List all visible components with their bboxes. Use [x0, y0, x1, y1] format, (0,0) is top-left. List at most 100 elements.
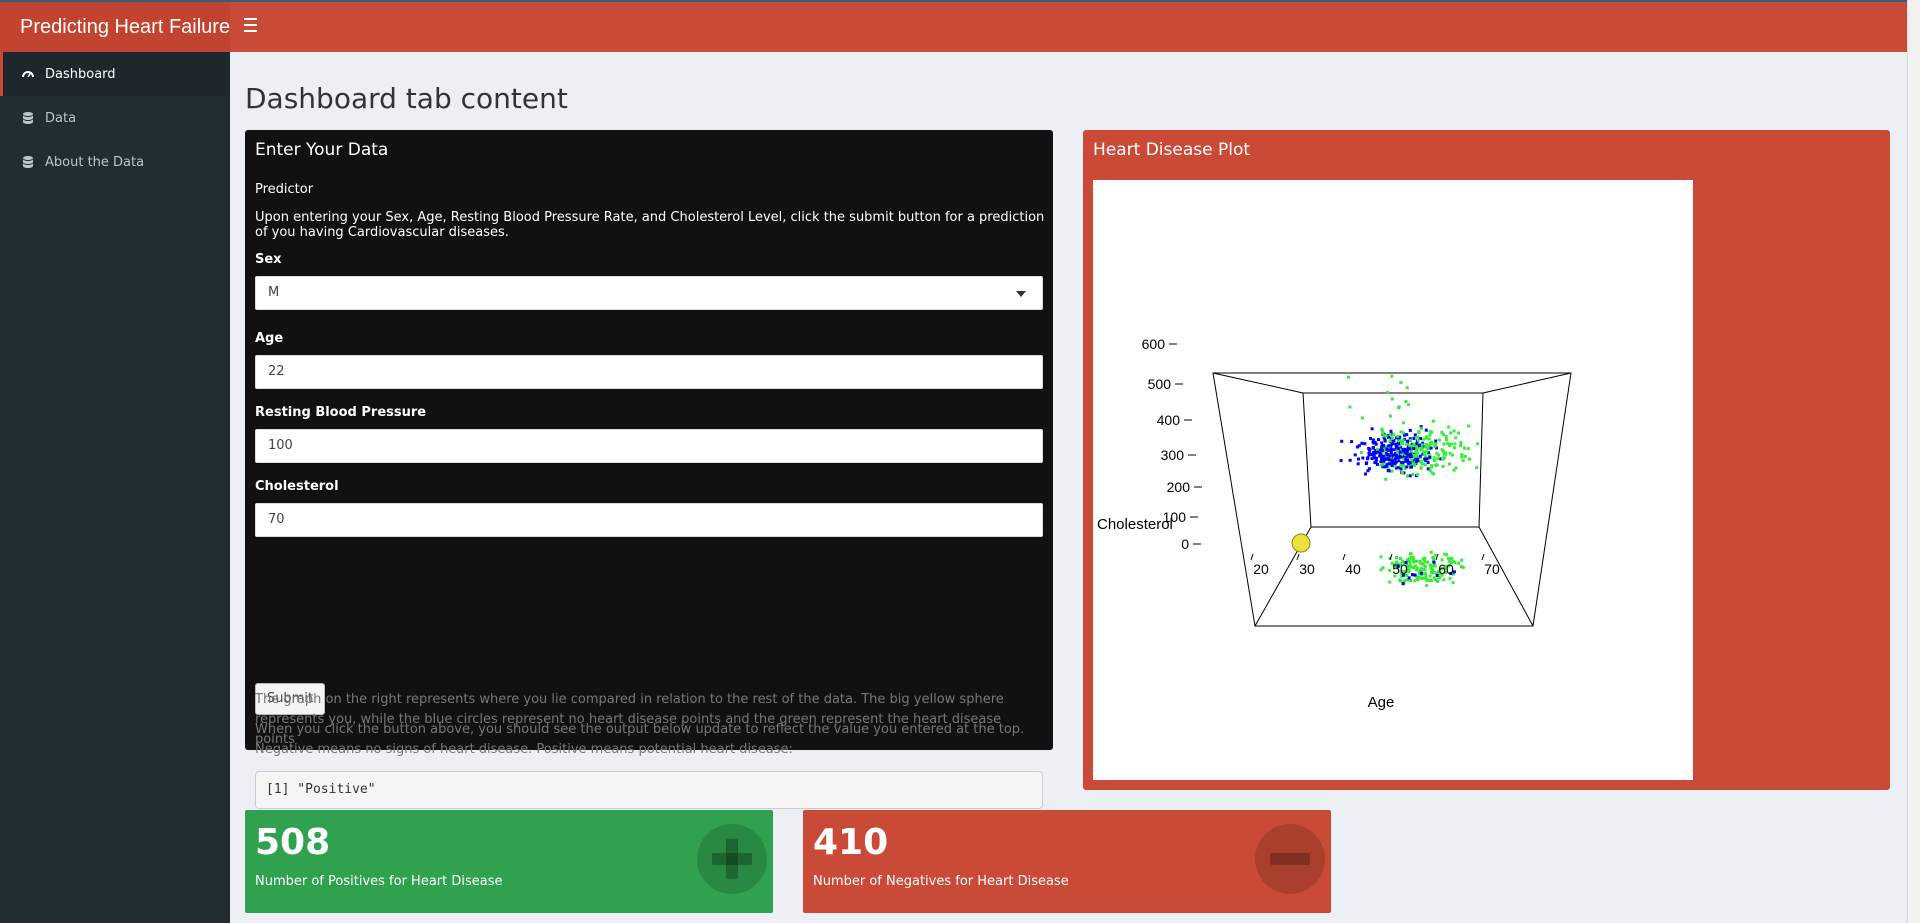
page-title: Dashboard tab content — [245, 82, 568, 115]
scatter-point — [1452, 429, 1456, 433]
x-tick-label: 30 — [1299, 561, 1315, 577]
negatives-label: Number of Negatives for Heart Disease — [813, 874, 1069, 889]
z-tick-label: 600 — [1142, 336, 1166, 352]
negatives-count: 410 — [813, 822, 889, 863]
sidebar-item-about[interactable]: About the Data — [0, 140, 230, 184]
scatter-point — [1411, 472, 1415, 476]
age-input-value: 22 — [268, 364, 285, 379]
scatter-point — [1350, 440, 1354, 444]
scatter-point — [1381, 462, 1385, 466]
scatter-point — [1438, 438, 1441, 442]
page-scrollbar[interactable] — [1907, 0, 1920, 923]
scatter-point — [1444, 434, 1448, 438]
sidebar-toggle-icon[interactable] — [240, 14, 262, 40]
z-tick-label: 400 — [1157, 412, 1181, 428]
scatter-point — [1399, 430, 1403, 434]
age-input[interactable]: 22 — [255, 355, 1043, 389]
scatter-point — [1436, 457, 1440, 461]
x-tick-mark — [1296, 553, 1300, 561]
scatter-point — [1370, 427, 1374, 431]
scatter-point — [1420, 577, 1424, 580]
scatter-point — [1409, 452, 1413, 456]
dashboard-icon — [21, 67, 35, 81]
scatter-point — [1388, 439, 1392, 443]
scatter-point — [1388, 433, 1392, 436]
scatter-point — [1372, 446, 1375, 450]
scatter-point — [1397, 442, 1401, 446]
bp-input[interactable]: 100 — [255, 429, 1043, 463]
scatter-point — [1431, 568, 1435, 572]
scatter-point — [1380, 441, 1384, 445]
scatter-point — [1405, 442, 1409, 446]
scatter-point — [1380, 444, 1384, 448]
scatter-point — [1397, 447, 1400, 451]
scatter-point — [1415, 451, 1419, 455]
scatter-point — [1390, 436, 1394, 440]
scatter-point — [1445, 553, 1449, 557]
positives-count: 508 — [255, 822, 331, 863]
scatter-point — [1408, 461, 1412, 465]
scatter-point — [1421, 567, 1425, 571]
sidebar-item-dashboard[interactable]: Dashboard — [0, 52, 230, 96]
scatter-point — [1430, 570, 1433, 574]
scatter-point — [1429, 442, 1433, 446]
scatter-point — [1425, 583, 1429, 587]
scatter-point — [1395, 456, 1399, 460]
x-tick-label: 60 — [1438, 561, 1454, 577]
scatter-point — [1356, 462, 1360, 466]
scatter-point — [1424, 572, 1427, 576]
scatter-point — [1418, 560, 1422, 564]
scatter-point — [1399, 579, 1403, 583]
sex-select[interactable]: M — [255, 276, 1043, 310]
scatter-point — [1386, 391, 1390, 394]
scatter-point — [1416, 435, 1420, 439]
scatter-point — [1369, 436, 1372, 440]
scatter-point — [1413, 573, 1417, 577]
scatter-point — [1401, 442, 1405, 446]
scatter-point — [1420, 426, 1423, 430]
scatter-point — [1428, 455, 1432, 459]
scatter-point — [1421, 562, 1425, 566]
scatter-point — [1451, 453, 1454, 457]
scatter-point — [1419, 571, 1423, 575]
scatter-point — [1399, 464, 1403, 468]
scatter-point — [1400, 471, 1404, 474]
scatter-point — [1442, 455, 1446, 459]
sidebar: Dashboard Data About the Data — [0, 52, 230, 923]
scatter-point — [1459, 444, 1463, 448]
scatter-point — [1434, 464, 1438, 467]
age-label: Age — [255, 331, 284, 346]
scatter-point — [1392, 433, 1396, 437]
scatter-point — [1441, 465, 1445, 468]
scatter-point — [1426, 560, 1429, 564]
scatter-point — [1366, 469, 1370, 473]
predictor-label: Predictor — [255, 182, 314, 197]
scatter-point — [1429, 579, 1433, 582]
scatter-point — [1428, 433, 1432, 437]
scatter-point — [1448, 576, 1452, 580]
scatter-point — [1377, 438, 1380, 442]
scatter-point — [1433, 442, 1437, 446]
scatter-point — [1435, 451, 1439, 455]
scatter-point — [1390, 397, 1394, 401]
cholesterol-input[interactable]: 70 — [255, 503, 1043, 537]
scatter-point — [1385, 447, 1389, 451]
sidebar-item-label: About the Data — [45, 154, 145, 170]
minus-icon — [1255, 824, 1325, 894]
scatter-point — [1401, 461, 1405, 465]
scatter-point — [1428, 574, 1432, 578]
scatter-point — [1387, 469, 1391, 473]
sidebar-item-data[interactable]: Data — [0, 96, 230, 140]
scatter-point — [1424, 428, 1428, 432]
scatter-point — [1397, 459, 1401, 463]
scatter-point — [1379, 568, 1383, 572]
scatter-point — [1359, 451, 1363, 454]
scatter-point — [1460, 455, 1464, 459]
scatter-point — [1396, 434, 1400, 438]
app-brand[interactable]: Predicting Heart Failure — [0, 2, 230, 52]
x-tick-mark — [1342, 553, 1346, 561]
scatter-point — [1424, 574, 1428, 578]
scatter-point — [1419, 466, 1423, 470]
scatter-point — [1407, 576, 1411, 580]
plot-panel: Heart Disease Plot 600 500 400 300 200 100 0 2… — [1083, 130, 1890, 790]
